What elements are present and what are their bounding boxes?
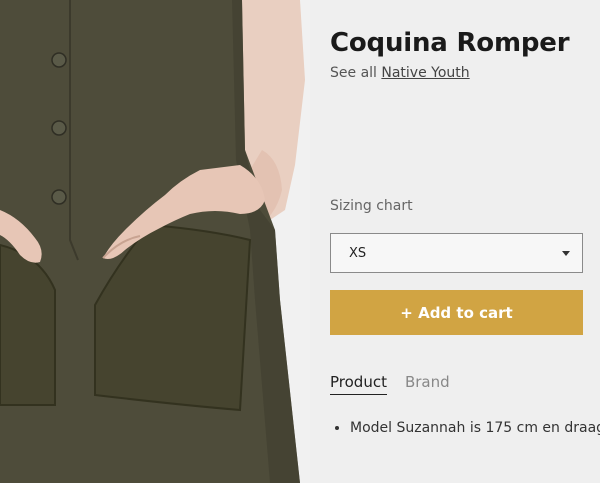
add-to-cart-button[interactable]: + Add to cart [330,290,583,335]
product-title: Coquina Romper [330,28,570,58]
product-page: Coquina Romper See all Native Youth Sizi… [0,0,600,483]
sizing-chart-link[interactable]: Sizing chart [330,198,413,214]
size-select-value: XS [349,245,367,261]
size-select[interactable]: XS [330,233,583,273]
product-info-panel: Coquina Romper See all Native Youth Sizi… [310,0,600,483]
tab-product[interactable]: Product [330,373,387,395]
see-all-prefix: See all [330,65,377,81]
caret-down-icon [562,251,570,256]
product-details-list: Model Suzannah is 175 cm en draagt [330,420,600,436]
product-detail-item: Model Suzannah is 175 cm en draagt [350,420,600,436]
see-all-brand: See all Native Youth [330,65,470,81]
product-tabs: Product Brand [330,373,450,395]
product-image [0,0,310,483]
brand-link[interactable]: Native Youth [381,65,469,81]
tab-brand[interactable]: Brand [405,373,450,395]
